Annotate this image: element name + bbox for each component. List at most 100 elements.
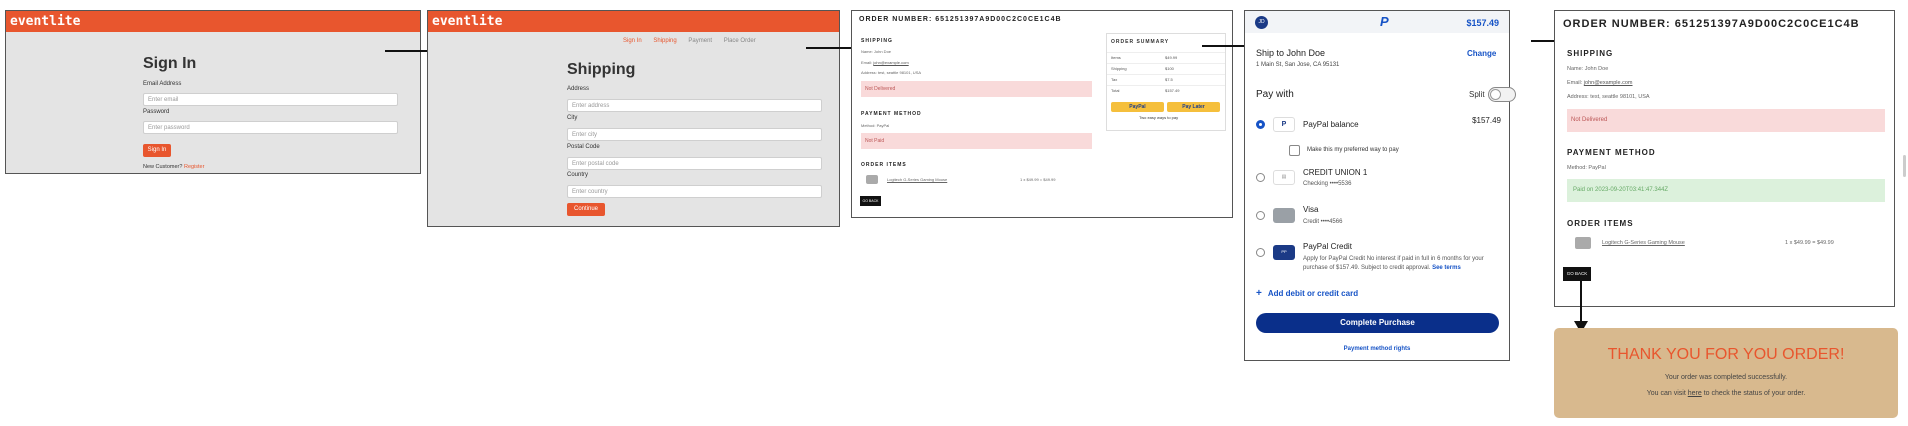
- country-input[interactable]: Enter country: [567, 185, 822, 198]
- shipping-address: Address: test, seattle 98101, USA: [861, 70, 922, 75]
- postal-input[interactable]: Enter postal code: [567, 157, 822, 170]
- radio-paypal-credit[interactable]: [1256, 248, 1265, 257]
- payment-heading: PAYMENT METHOD: [1567, 148, 1656, 157]
- city-input[interactable]: Enter city: [567, 128, 822, 141]
- item-price: 1 x $49.99 = $49.99: [1785, 240, 1834, 246]
- shipping-heading: SHIPPING: [1567, 49, 1614, 58]
- payment-status: Not Paid: [861, 133, 1092, 149]
- shipping-name: Name: John Doe: [1567, 66, 1609, 72]
- thank-you-title: THANK YOU FOR YOU ORDER!: [1607, 346, 1845, 363]
- split-label: Split: [1469, 90, 1485, 99]
- continue-button[interactable]: Continue: [567, 203, 605, 216]
- paypal-balance-icon: P: [1273, 117, 1295, 132]
- go-back-button[interactable]: GO BACK: [860, 196, 881, 206]
- payment-status: Paid on 2023-09-20T03:41:47.344Z: [1567, 179, 1885, 202]
- delivery-status: Not Delivered: [1567, 109, 1885, 132]
- email-link[interactable]: john@example.com: [873, 60, 908, 65]
- avatar[interactable]: JD: [1255, 16, 1268, 29]
- page-title: Shipping: [567, 61, 636, 78]
- email-input[interactable]: Enter email: [143, 93, 398, 106]
- shipping-email: Email: john@example.com: [1567, 80, 1633, 86]
- summary-row: Shipping $100: [1107, 63, 1225, 74]
- step-signin[interactable]: Sign In: [623, 38, 642, 44]
- new-customer-label: New Customer?: [143, 164, 183, 170]
- payment-heading: PAYMENT METHOD: [861, 111, 922, 117]
- radio-paypal-balance[interactable]: [1256, 120, 1265, 129]
- items-heading: ORDER ITEMS: [1567, 219, 1634, 228]
- password-input[interactable]: Enter password: [143, 121, 398, 134]
- payment-rights-link[interactable]: Payment method rights: [1245, 346, 1509, 352]
- brand-logo: eventlite: [428, 11, 839, 32]
- register-link[interactable]: Register: [184, 164, 204, 170]
- brand-logo: eventlite: [6, 11, 420, 32]
- shipping-heading: SHIPPING: [861, 38, 893, 44]
- summary-row-value: $7.5: [1165, 77, 1173, 82]
- summary-row-label: Shipping: [1111, 66, 1127, 71]
- radio-credit-union[interactable]: [1256, 173, 1265, 182]
- order-screen-unpaid: ORDER NUMBER: 651251397A9D00C2C0CE1C4B S…: [851, 10, 1233, 218]
- add-card-label: Add debit or credit card: [1267, 289, 1359, 298]
- country-label: Country: [567, 172, 589, 178]
- item-link[interactable]: Logitech G-Series Gaming Mouse: [1602, 240, 1685, 246]
- summary-title: ORDER SUMMARY: [1111, 39, 1170, 45]
- add-card-link[interactable]: + Add debit or credit card: [1256, 288, 1358, 299]
- toggle-knob: [1490, 89, 1501, 100]
- item-image: [1575, 237, 1591, 249]
- step-payment: Payment: [688, 38, 713, 44]
- shipping-address: Address: test, seattle 98101, USA: [1567, 94, 1650, 100]
- shipping-screen: eventlite Sign In Shipping Payment Place…: [427, 10, 840, 227]
- ship-address: 1 Main St, San Jose, CA 95131: [1256, 62, 1340, 68]
- page-title: Sign In: [143, 55, 197, 72]
- option-name-credit-union: CREDIT UNION 1: [1303, 168, 1368, 177]
- address-input[interactable]: Enter address: [567, 99, 822, 112]
- option-amount-balance: $157.49: [1472, 116, 1501, 125]
- order-number: ORDER NUMBER: 651251397A9D00C2C0CE1C4B: [1563, 18, 1860, 30]
- address-label: Address: [567, 86, 590, 92]
- summary-row: Tax $7.5: [1107, 74, 1225, 85]
- email-label: Email Address: [143, 81, 182, 87]
- order-number: ORDER NUMBER: 651251397A9D00C2C0CE1C4B: [859, 16, 1062, 23]
- pay-with-heading: Pay with: [1256, 89, 1294, 100]
- email-link[interactable]: john@example.com: [1584, 80, 1633, 86]
- preferred-checkbox[interactable]: [1289, 145, 1300, 156]
- payment-method: Method: PayPal: [861, 123, 890, 128]
- item-link[interactable]: Logitech G-Series Gaming Mouse: [887, 177, 947, 182]
- shipping-name: Name: John Doe: [861, 49, 892, 54]
- option-name-paypal-credit: PayPal Credit: [1303, 242, 1352, 251]
- summary-row-value: $157.49: [1165, 88, 1180, 93]
- summary-row-value: $100: [1165, 66, 1174, 71]
- here-link[interactable]: here: [1688, 390, 1702, 397]
- bank-icon: ▤: [1273, 170, 1295, 185]
- pay-later-button[interactable]: Pay Later: [1167, 102, 1220, 112]
- summary-row-label: Tax: [1111, 77, 1118, 82]
- step-shipping[interactable]: Shipping: [653, 38, 676, 44]
- summary-row-label: Total: [1111, 88, 1120, 93]
- option-detail-paypal-credit: Apply for PayPal Credit No interest if p…: [1303, 255, 1508, 273]
- payment-method: Method: PayPal: [1567, 165, 1606, 171]
- scrollbar-thumb[interactable]: [1903, 155, 1906, 177]
- postal-label: Postal Code: [567, 144, 600, 150]
- radio-visa[interactable]: [1256, 211, 1265, 220]
- paypal-screen: JD P $157.49 Ship to John Doe 1 Main St,…: [1244, 10, 1516, 361]
- signin-screen: eventlite Sign In Email Address Enter em…: [5, 10, 421, 174]
- option-detail-credit-union: Checking ••••5536: [1303, 181, 1352, 187]
- complete-purchase-button[interactable]: Complete Purchase: [1256, 313, 1499, 333]
- email-label: Email:: [1567, 80, 1583, 86]
- signin-button[interactable]: Sign In: [143, 144, 171, 157]
- option-name-visa: Visa: [1303, 205, 1319, 214]
- summary-row-value: $49.99: [1165, 55, 1178, 60]
- paypal-logo-icon: P: [1380, 14, 1389, 29]
- item-price: 1 x $49.99 = $49.99: [1020, 177, 1056, 182]
- visa-card-icon: [1273, 208, 1295, 223]
- order-screen-paid: ORDER NUMBER: 651251397A9D00C2C0CE1C4B S…: [1554, 10, 1895, 307]
- thank-you-card: THANK YOU FOR YOU ORDER! Your order was …: [1554, 328, 1898, 418]
- two-ways-text: Two easy ways to pay: [1139, 115, 1179, 120]
- checkout-steps: Sign In Shipping Payment Place Order: [623, 38, 756, 44]
- change-link[interactable]: Change: [1467, 49, 1496, 58]
- thank-you-line1: Your order was completed successfully.: [1664, 374, 1788, 381]
- option-detail-visa: Credit ••••4566: [1303, 219, 1343, 225]
- split-toggle[interactable]: [1488, 87, 1516, 102]
- paypal-button[interactable]: PayPal: [1111, 102, 1164, 112]
- see-terms-link[interactable]: See terms: [1432, 265, 1461, 271]
- preferred-label: Make this my preferred way to pay: [1307, 147, 1399, 153]
